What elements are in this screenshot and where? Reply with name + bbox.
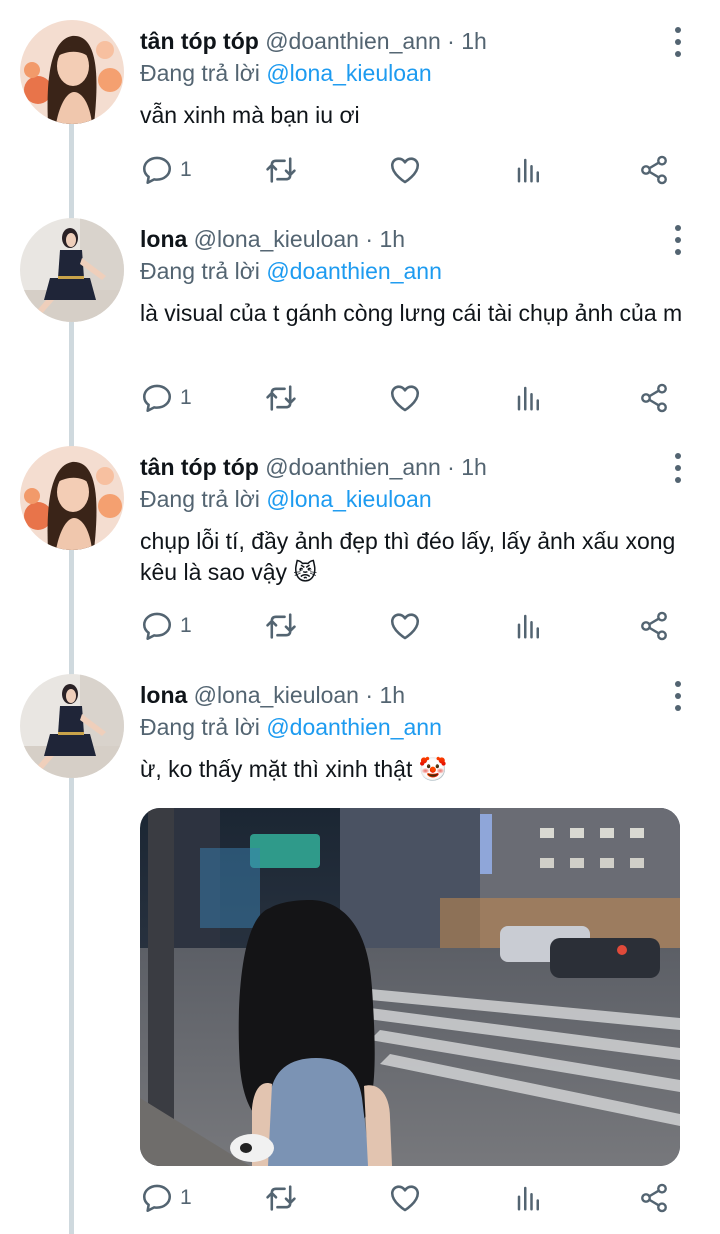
tweet-2[interactable]: lona @lona_kieuloan · 1h Đang trả lời @d… [0,198,720,456]
reply-icon [140,609,174,643]
tweet-text: là visual của t gánh còng lưng cái tài c… [140,300,683,326]
share-icon [638,1182,670,1214]
reply-count: 1 [180,158,192,181]
retweet-icon [264,1181,298,1215]
timestamp[interactable]: 1h [379,226,405,252]
heart-icon [388,153,422,187]
like-button[interactable] [388,1178,422,1218]
analytics-button[interactable] [514,150,544,190]
more-options-icon[interactable] [668,678,688,714]
tweet-header: tân tóp tóp @doanthien_ann · 1h [140,452,487,482]
avatar[interactable] [20,674,124,778]
display-name[interactable]: tân tóp tóp [140,28,259,54]
heart-icon [388,381,422,415]
separator: · [440,454,462,480]
analytics-icon [514,383,544,413]
reply-icon [140,153,174,187]
action-bar: 1 [140,378,680,418]
analytics-icon [514,611,544,641]
tweet-header: tân tóp tóp @doanthien_ann · 1h [140,26,487,56]
reply-button[interactable]: 1 [140,150,192,190]
separator: · [358,226,380,252]
action-bar: 1 [140,150,680,190]
like-button[interactable] [388,150,422,190]
display-name[interactable]: lona [140,226,187,252]
display-name[interactable]: lona [140,682,187,708]
mention-link[interactable]: @lona_kieuloan [266,486,431,512]
like-button[interactable] [388,606,422,646]
analytics-icon [514,1183,544,1213]
reply-count: 1 [180,1186,192,1209]
tweet-text: ừ, ko thấy mặt thì xinh thật 🤡 [140,756,448,782]
reply-icon [140,1181,174,1215]
heart-icon [388,1181,422,1215]
mention-link[interactable]: @lona_kieuloan [266,60,431,86]
replying-to: Đang trả lời @lona_kieuloan [140,484,432,514]
separator: · [440,28,462,54]
tweet-text: vẫn xinh mà bạn iu ơi [140,102,360,128]
tweet-4[interactable]: lona @lona_kieuloan · 1h Đang trả lời @d… [0,654,720,1234]
retweet-button[interactable] [264,1178,298,1218]
replying-label: Đang trả lời [140,714,260,740]
retweet-icon [264,381,298,415]
action-bar: 1 [140,1178,680,1218]
reply-button[interactable]: 1 [140,1178,192,1218]
reply-count: 1 [180,614,192,637]
analytics-button[interactable] [514,1178,544,1218]
handle[interactable]: @doanthien_ann [265,454,441,480]
replying-label: Đang trả lời [140,60,260,86]
more-options-icon[interactable] [668,450,688,486]
replying-label: Đang trả lời [140,258,260,284]
tweet-header: lona @lona_kieuloan · 1h [140,680,405,710]
analytics-button[interactable] [514,606,544,646]
tweet-photo[interactable] [140,808,680,1166]
reply-button[interactable]: 1 [140,378,192,418]
tweet-1[interactable]: tân tóp tóp @doanthien_ann · 1h Đang trả… [0,0,720,228]
retweet-button[interactable] [264,606,298,646]
replying-to: Đang trả lời @doanthien_ann [140,256,442,286]
retweet-button[interactable] [264,378,298,418]
handle[interactable]: @doanthien_ann [265,28,441,54]
share-icon [638,382,670,414]
share-button[interactable] [638,1178,670,1218]
timestamp[interactable]: 1h [461,28,487,54]
avatar[interactable] [20,446,124,550]
timestamp[interactable]: 1h [461,454,487,480]
retweet-icon [264,153,298,187]
separator: · [358,682,380,708]
analytics-icon [514,155,544,185]
avatar[interactable] [20,20,124,124]
mention-link[interactable]: @doanthien_ann [266,258,442,284]
tweet-header: lona @lona_kieuloan · 1h [140,224,405,254]
share-icon [638,154,670,186]
replying-to: Đang trả lời @lona_kieuloan [140,58,432,88]
like-button[interactable] [388,378,422,418]
timestamp[interactable]: 1h [379,682,405,708]
mention-link[interactable]: @doanthien_ann [266,714,442,740]
replying-to: Đang trả lời @doanthien_ann [140,712,442,742]
display-name[interactable]: tân tóp tóp [140,454,259,480]
share-button[interactable] [638,378,670,418]
handle[interactable]: @lona_kieuloan [194,226,359,252]
reply-icon [140,381,174,415]
share-button[interactable] [638,606,670,646]
share-button[interactable] [638,150,670,190]
more-options-icon[interactable] [668,222,688,258]
tweet-3[interactable]: tân tóp tóp @doanthien_ann · 1h Đang trả… [0,426,720,684]
reply-button[interactable]: 1 [140,606,192,646]
retweet-button[interactable] [264,150,298,190]
tweet-text: chụp lỗi tí, đầy ảnh đẹp thì đéo lấy, lấ… [140,528,676,585]
retweet-icon [264,609,298,643]
reply-count: 1 [180,386,192,409]
handle[interactable]: @lona_kieuloan [194,682,359,708]
replying-label: Đang trả lời [140,486,260,512]
action-bar: 1 [140,606,680,646]
more-options-icon[interactable] [668,24,688,60]
avatar[interactable] [20,218,124,322]
heart-icon [388,609,422,643]
analytics-button[interactable] [514,378,544,418]
share-icon [638,610,670,642]
